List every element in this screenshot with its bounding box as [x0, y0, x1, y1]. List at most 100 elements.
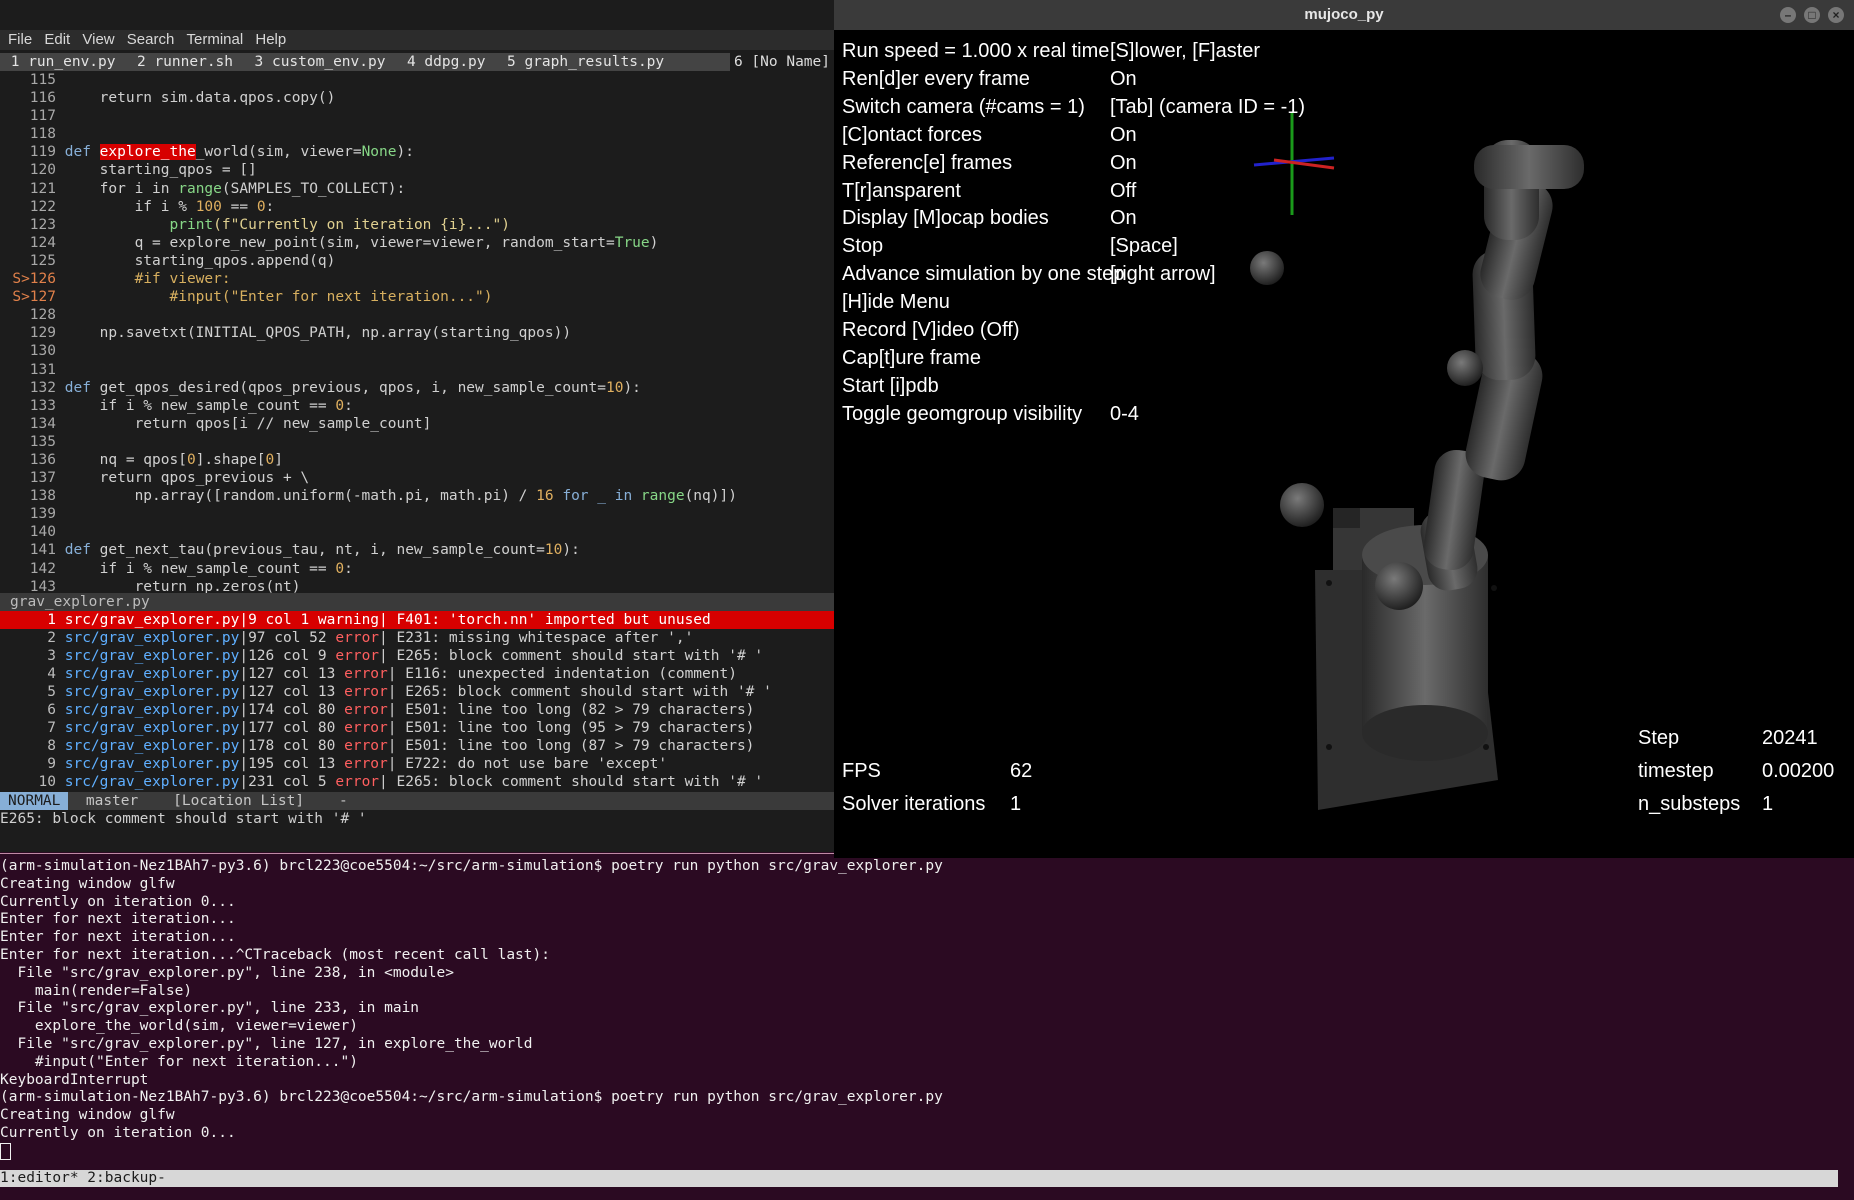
mujoco-titlebar[interactable]: mujoco_py – □ ×: [834, 0, 1854, 30]
code-line: 120 starting_qpos = []: [29, 162, 257, 179]
menu-terminal[interactable]: Terminal: [187, 30, 244, 50]
menu-key: Display [M]ocap bodies: [842, 207, 1049, 230]
terminal-cursor: [0, 1142, 11, 1160]
terminal-line: Enter for next iteration...: [0, 911, 236, 928]
menu-edit[interactable]: Edit: [44, 30, 70, 50]
git-branch: master: [85, 793, 139, 809]
code-line: 140: [29, 524, 56, 541]
location-list[interactable]: 1 src/grav_explorer.py|9 col 1 warning| …: [0, 611, 834, 791]
close-icon[interactable]: ×: [1828, 7, 1844, 23]
menu-key: Run speed = 1.000 x real time: [842, 40, 1110, 62]
menu-value: On: [1110, 123, 1137, 146]
code-line: 138 np.array([random.uniform(-math.pi, m…: [29, 488, 737, 505]
loclist-item[interactable]: 6 src/grav_explorer.py|174 col 80 error|…: [0, 701, 834, 719]
terminal-line: File "src/grav_explorer.py", line 233, i…: [0, 1000, 420, 1017]
menu-value: On: [1110, 151, 1137, 174]
terminal-line: Creating window glfw: [0, 875, 175, 892]
tmux-statusbar: 1:editor* 2:backup-: [0, 1170, 1838, 1187]
menu-key: T[r]ansparent: [842, 179, 961, 202]
loclist-item[interactable]: 2 src/grav_explorer.py|97 col 52 error| …: [0, 629, 834, 647]
code-line: 136 nq = qpos[0].shape[0]: [29, 451, 283, 468]
menu-value: Off: [1110, 179, 1137, 202]
terminal-line: File "src/grav_explorer.py", line 127, i…: [0, 1035, 533, 1052]
code-line: 116 return sim.data.qpos.copy(): [29, 90, 336, 107]
loclist-item[interactable]: 3 src/grav_explorer.py|126 col 9 error| …: [0, 647, 834, 665]
buffer-statusline: grav_explorer.py: [0, 593, 834, 611]
terminal-line: File "src/grav_explorer.py", line 238, i…: [0, 964, 454, 981]
code-line: 121 for i in range(SAMPLES_TO_COLLECT):: [29, 180, 406, 197]
terminal-line: KeyboardInterrupt: [0, 1071, 149, 1088]
fps-value: 62: [1010, 760, 1033, 782]
tab-ddpg[interactable]: 4 ddpg.py: [396, 53, 496, 71]
maximize-icon[interactable]: □: [1804, 7, 1820, 23]
solver-value: 1: [1010, 793, 1022, 815]
loclist-item[interactable]: 1 src/grav_explorer.py|9 col 1 warning| …: [0, 611, 834, 629]
code-line: 139: [29, 506, 56, 523]
loclist-item[interactable]: 10 src/grav_explorer.py|231 col 5 error|…: [0, 773, 834, 791]
arm-links: [1420, 140, 1584, 591]
tab-run-env[interactable]: 1 run_env.py: [0, 53, 126, 71]
menu-value: On: [1110, 207, 1137, 230]
code-line: S>127 #input("Enter for next iteration..…: [12, 289, 493, 306]
code-line: 135: [29, 433, 56, 450]
menu-key: Start [i]pdb: [842, 374, 939, 397]
code-line: 124 q = explore_new_point(sim, viewer=vi…: [29, 234, 659, 251]
menu-search[interactable]: Search: [127, 30, 175, 50]
loclist-item[interactable]: 8 src/grav_explorer.py|178 col 80 error|…: [0, 737, 834, 755]
menu-key: Switch camera (#cams = 1): [842, 95, 1085, 118]
target-sphere: [1447, 350, 1483, 386]
loclist-item[interactable]: 4 src/grav_explorer.py|127 col 13 error|…: [0, 665, 834, 683]
menu-help[interactable]: Help: [255, 30, 286, 50]
code-line: 123 print(f"Currently on iteration {i}..…: [29, 216, 510, 233]
code-line: 134 return qpos[i // new_sample_count]: [29, 415, 432, 432]
vim-tabline: 1 run_env.py 2 runner.sh 3 custom_env.py…: [0, 53, 834, 71]
menu-key: Toggle geomgroup visibility: [842, 402, 1083, 425]
menu-key: Record [V]ideo (Off): [842, 319, 1020, 341]
target-sphere: [1250, 251, 1284, 285]
vim-mode: NORMAL: [0, 792, 69, 810]
menu-key: Advance simulation by one step: [842, 263, 1125, 286]
menu-key: [H]ide Menu: [842, 291, 950, 314]
fps-label: FPS: [842, 760, 881, 782]
modified-flag: -: [339, 793, 348, 809]
substeps-value: 1: [1762, 793, 1774, 815]
code-line: 137 return qpos_previous + \: [29, 470, 310, 487]
menu-value: [Tab] (camera ID = -1): [1110, 95, 1306, 118]
code-line: 128: [29, 307, 56, 324]
terminal-line: Currently on iteration 0...: [0, 1124, 236, 1141]
editor-terminal[interactable]: File Edit View Search Terminal Help 1 ru…: [0, 0, 834, 852]
menu-view[interactable]: View: [82, 30, 114, 50]
loclist-item[interactable]: 9 src/grav_explorer.py|195 col 13 error|…: [0, 755, 834, 773]
minimize-icon[interactable]: –: [1780, 7, 1796, 23]
code-line: 122 if i % 100 == 0:: [29, 198, 275, 215]
step-label: Step: [1638, 727, 1680, 749]
vim-cmdline: E265: block comment should start with '#…: [0, 811, 367, 827]
window-title: mujoco_py: [1304, 6, 1384, 23]
menu-file[interactable]: File: [8, 30, 32, 50]
tab-custom-env[interactable]: 3 custom_env.py: [244, 53, 396, 71]
code-line: 133 if i % new_sample_count == 0:: [29, 397, 353, 414]
code-line: 125 starting_qpos.append(q): [29, 252, 336, 269]
buffer-name: [Location List]: [173, 793, 305, 809]
terminal-line: explore_the_world(sim, viewer=viewer): [0, 1018, 358, 1035]
target-sphere: [1280, 483, 1324, 527]
code-editor[interactable]: 115 116 return sim.data.qpos.copy() 117 …: [0, 71, 834, 595]
code-line: 119 def explore_the_world(sim, viewer=No…: [29, 144, 414, 161]
shell-terminal[interactable]: (arm-simulation-Nez1BAh7-py3.6) brcl223@…: [0, 858, 1854, 1168]
tab-no-name[interactable]: 6 [No Name]: [729, 53, 834, 71]
code-line: 142 if i % new_sample_count == 0:: [29, 560, 353, 577]
loclist-item[interactable]: 7 src/grav_explorer.py|177 col 80 error|…: [0, 719, 834, 737]
menu-key: Stop: [842, 235, 884, 258]
tab-runner[interactable]: 2 runner.sh: [126, 53, 244, 71]
tab-graph-results[interactable]: 5 graph_results.py: [496, 53, 675, 71]
menu-value: On: [1110, 67, 1137, 90]
mujoco-window[interactable]: mujoco_py – □ × Run speed = 1.000 x real…: [834, 0, 1854, 858]
menu-value: 0-4: [1110, 402, 1139, 425]
loclist-item[interactable]: 5 src/grav_explorer.py|127 col 13 error|…: [0, 683, 834, 701]
terminal-line: Enter for next iteration...^CTraceback (…: [0, 946, 550, 963]
terminal-line: Creating window glfw: [0, 1107, 175, 1124]
code-line: 129 np.savetxt(INITIAL_QPOS_PATH, np.arr…: [29, 325, 572, 342]
terminal-line: Currently on iteration 0...: [0, 893, 236, 910]
code-line: 115: [29, 72, 56, 88]
substeps-label: n_substeps: [1638, 793, 1741, 815]
